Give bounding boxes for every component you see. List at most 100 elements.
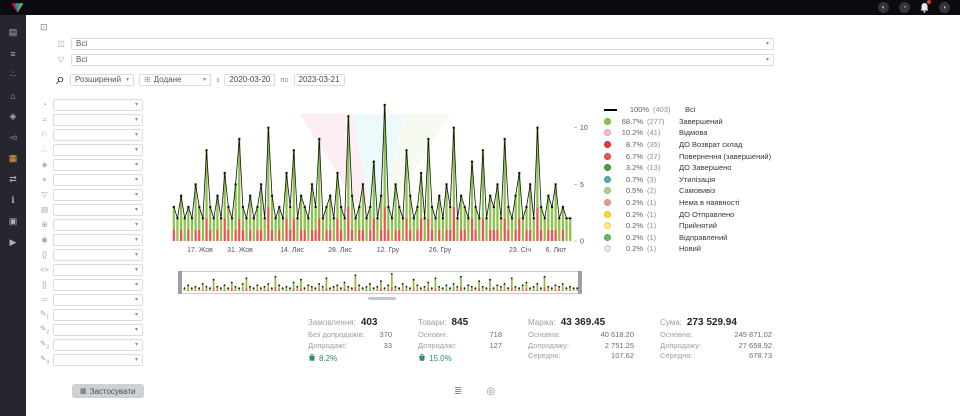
custom-3-icon: ✎3 — [38, 339, 51, 351]
apply-button[interactable]: ▦ Застосувати — [72, 384, 144, 398]
filter-row-angle: <>▾ — [26, 262, 168, 277]
assign-icon: ≔ — [38, 295, 51, 304]
stat-header: Маржа:43 369.45 — [528, 317, 634, 328]
filter-select-location[interactable]: ▾ — [53, 174, 143, 186]
sidebar-item-analytics[interactable]: ▦ — [0, 148, 26, 169]
filter-row-location: ⌖▾ — [26, 172, 168, 187]
legend-item-11[interactable]: 0.2%(1)Відправлений — [604, 232, 794, 244]
stat-subrow: Середня:678.73 — [660, 351, 772, 360]
sidebar-item-orders[interactable]: ≡ — [0, 43, 26, 64]
filter-select-globe[interactable]: ▾ — [53, 219, 143, 231]
filter-select-source[interactable]: ▾ — [53, 114, 143, 126]
sidebar-item-marketing[interactable]: ◅ — [0, 127, 26, 148]
filter-select-brackets[interactable]: ▾ — [53, 279, 143, 291]
date-type-select[interactable]: ⊞ Додане ▾ — [139, 74, 211, 86]
chart-area[interactable]: 051017. Жов31. Жов14. Лис28. Лис12. Гру2… — [172, 101, 608, 255]
stat-subrow-value: 678.73 — [749, 351, 772, 360]
filter-select-group[interactable]: ▾ — [53, 144, 143, 156]
filter-select-custom-1[interactable]: ▾ — [53, 309, 143, 321]
custom-2-icon: ✎2 — [38, 324, 51, 336]
filter-row-assign: ≔▾ — [26, 292, 168, 307]
filter-row-braces: {}▾ — [26, 247, 168, 262]
table-view-icon[interactable]: ≣ — [454, 386, 462, 397]
mode-select[interactable]: Розширений ▾ — [70, 74, 134, 86]
date-to-input[interactable]: 2023-03-21 — [294, 74, 345, 86]
stat-label: Сума: — [660, 318, 682, 327]
filter-row-custom-1: ✎1▾ — [26, 307, 168, 322]
filter-select-angle[interactable]: ▾ — [53, 264, 143, 276]
filter-select-custom-2[interactable]: ▾ — [53, 324, 143, 336]
filter-select-flag[interactable]: ▾ — [53, 129, 143, 141]
source-icon: ≈ — [38, 115, 51, 124]
legend-item-2[interactable]: 10.2%(41)Відмова — [604, 127, 794, 139]
date-from-input[interactable]: 2020-03-20 — [224, 74, 275, 86]
filter-select-status[interactable]: ▾ — [53, 99, 143, 111]
sidebar-item-info[interactable]: ℹ — [0, 190, 26, 211]
filter-select-funnel[interactable]: ▾ — [53, 189, 143, 201]
chevron-down-icon: ▾ — [135, 191, 138, 198]
filter-select-assign[interactable]: ▾ — [53, 294, 143, 306]
chevron-down-icon: ▾ — [135, 236, 138, 243]
sidebar-item-products[interactable]: ◈ — [0, 106, 26, 127]
sidebar-item-dashboard[interactable]: ▤ — [0, 22, 26, 43]
chevron-down-icon: ▾ — [135, 221, 138, 228]
legend-percent: 0.2% — [615, 210, 643, 219]
map-view-icon[interactable]: ◎ — [486, 386, 495, 397]
filter-select-fields[interactable]: ▾ — [53, 204, 143, 216]
legend-item-7[interactable]: 0.5%(2)Самовивіз — [604, 185, 794, 197]
chevron-down-icon: ▾ — [135, 251, 138, 258]
filter-row-source: ≈▾ — [26, 112, 168, 127]
support-icon[interactable]: ◖ — [939, 2, 950, 13]
chevron-down-icon: ▾ — [135, 356, 138, 363]
legend-item-3[interactable]: 8.7%(35)ДО Возврат склад — [604, 139, 794, 151]
navigator-scroll-thumb[interactable] — [368, 297, 396, 300]
stat-subrow: Без допродажів:370 — [308, 330, 392, 339]
legend-percent: 0.2% — [615, 244, 643, 253]
legend-item-9[interactable]: 0.2%(1)ДО Отправлено — [604, 208, 794, 220]
filter-select-custom-3[interactable]: ▾ — [53, 339, 143, 351]
legend-item-6[interactable]: 0.7%(3)Утилізація — [604, 174, 794, 186]
legend-count: (2) — [647, 186, 675, 195]
sidebar-item-store[interactable]: ⌂ — [0, 85, 26, 106]
filter-select-custom-4[interactable]: ▾ — [53, 354, 143, 366]
sidebar-item-customers[interactable]: ∴ — [0, 64, 26, 85]
search-icon[interactable]: ⌕ — [56, 71, 65, 89]
chevron-down-icon: ▾ — [135, 296, 138, 303]
legend-item-5[interactable]: 3.2%(13)ДО Завершено — [604, 162, 794, 174]
legend-label: ДО Завершено — [679, 163, 731, 172]
sidebar-item-media[interactable]: ▶ — [0, 232, 26, 253]
filter-row-brackets: []▾ — [26, 277, 168, 292]
chart-legend: 100%(403)Всі68.7%(277)Завершений10.2%(41… — [604, 104, 794, 255]
theme-icon[interactable]: ◐ — [878, 2, 889, 13]
filter-select-marker[interactable]: ▾ — [53, 234, 143, 246]
flag-icon: ⚐ — [38, 130, 51, 139]
legend-count: (41) — [647, 128, 675, 137]
global-filter-select-2[interactable]: Всі ▾ — [71, 54, 774, 66]
legend-item-1[interactable]: 68.7%(277)Завершений — [604, 116, 794, 128]
chevron-down-icon: ▾ — [135, 341, 138, 348]
marker-icon: ◉ — [38, 235, 51, 244]
legend-item-8[interactable]: 0.2%(1)Нема в наявності — [604, 197, 794, 209]
global-filter-select-1[interactable]: Всі ▾ — [71, 38, 774, 50]
sidebar-item-apps[interactable]: ▣ — [0, 211, 26, 232]
stat-col-products: Товари:845Основні:718Допродажі:12715.0% — [418, 317, 502, 364]
notifications-bell-icon[interactable] — [920, 2, 929, 13]
display-icon[interactable]: ⊡ — [40, 22, 48, 33]
brand-logo[interactable] — [10, 2, 25, 14]
stat-subrow-value: 2 751.25 — [605, 341, 634, 350]
legend-label: ДО Отправлено — [679, 210, 734, 219]
filter-panel-rows: ◔▾≈▾⚐▾∴▾◈▾⌖▾▽▾▤▾⊕▾◉▾{}▾<>▾[]▾≔▾✎1▾✎2▾✎3▾… — [26, 97, 168, 367]
sidebar-item-integrations[interactable]: ⇄ — [0, 169, 26, 190]
stat-header: Сума:273 529.94 — [660, 317, 772, 328]
legend-label: Новий — [679, 244, 701, 253]
legend-item-10[interactable]: 0.2%(1)Прийнятий — [604, 220, 794, 232]
filter-select-braces[interactable]: ▾ — [53, 249, 143, 261]
sidebar-nav: ▤≡∴⌂◈◅▦⇄ℹ▣▶ — [0, 15, 26, 416]
legend-item-0[interactable]: 100%(403)Всі — [604, 104, 794, 116]
legend-item-12[interactable]: 0.2%(1)Новий — [604, 243, 794, 255]
navigator-chart[interactable] — [178, 271, 582, 297]
user-avatar[interactable]: ◔ — [899, 2, 910, 13]
filter-select-product[interactable]: ▾ — [53, 159, 143, 171]
legend-item-4[interactable]: 6.7%(27)Повернення (завершений) — [604, 150, 794, 162]
chevron-down-icon: ▾ — [126, 76, 129, 83]
